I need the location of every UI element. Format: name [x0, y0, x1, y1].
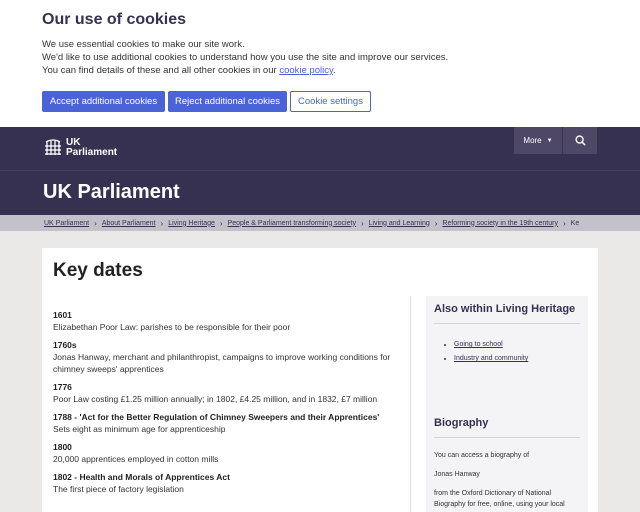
chevron-right-icon: ›	[562, 218, 566, 228]
list-item: 1601 Elizabethan Poor Law: parishes to b…	[53, 309, 403, 333]
link-going-to-school[interactable]: Going to school	[454, 341, 503, 348]
uk-parliament-logo[interactable]: UK Parliament	[44, 138, 117, 158]
search-icon	[574, 135, 586, 146]
biography-text-2: Jonas Hanway	[434, 471, 480, 478]
cookie-banner: Our use of cookies We use essential cook…	[0, 0, 640, 127]
entry-year: 1788 - 'Act for the Better Regulation of…	[53, 412, 380, 422]
list-item: Industry and community	[454, 352, 580, 366]
column-divider	[410, 296, 411, 512]
entry-description: Sets eight as minimum age for apprentice…	[53, 424, 226, 434]
reject-cookies-button[interactable]: Reject additional cookies	[168, 91, 287, 112]
breadcrumb-item[interactable]: UK Parliament	[44, 220, 89, 227]
list-item: Going to school	[454, 338, 580, 352]
entry-description: The first piece of factory legislation	[53, 484, 184, 494]
entry-year: 1601	[53, 310, 72, 320]
list-item: 1760s Jonas Hanway, merchant and philant…	[53, 339, 403, 375]
page-title: UK Parliament	[43, 181, 180, 203]
chevron-right-icon: ›	[160, 218, 164, 228]
breadcrumb-item[interactable]: Living and Learning	[369, 220, 430, 227]
box-divider	[434, 437, 580, 438]
accept-cookies-button[interactable]: Accept additional cookies	[42, 91, 165, 112]
entry-year: 1800	[53, 442, 72, 452]
list-item: 1802 - Health and Morals of Apprentices …	[53, 471, 403, 495]
breadcrumb-item[interactable]: Reforming society in the 19th century	[442, 220, 558, 227]
entry-description: Poor Law costing £1.25 million annually;…	[53, 394, 378, 404]
list-item: 1776 Poor Law costing £1.25 million annu…	[53, 381, 403, 405]
also-within-title: Also within Living Heritage	[434, 303, 576, 315]
breadcrumb-item[interactable]: People & Parliament transforming society	[228, 220, 356, 227]
chevron-right-icon: ›	[219, 218, 223, 228]
breadcrumb: UK Parliament › About Parliament › Livin…	[0, 215, 640, 231]
list-item: 1800 20,000 apprentices employed in cott…	[53, 441, 403, 465]
caret-down-icon: ▼	[546, 137, 553, 144]
portcullis-icon	[45, 139, 61, 155]
cookie-text-3: You can find details of these and all ot…	[42, 65, 336, 76]
entry-year: 1776	[53, 382, 72, 392]
biography-box: Biography You can access a biography of …	[426, 408, 588, 512]
breadcrumb-current: Ke	[570, 219, 580, 227]
cookie-text-1: We use essential cookies to make our sit…	[42, 39, 245, 50]
entry-description: 20,000 apprentices employed in cotton mi…	[53, 454, 219, 464]
cookie-settings-button[interactable]: Cookie settings	[290, 91, 371, 112]
page-title-bar: UK Parliament	[0, 170, 640, 215]
breadcrumb-item[interactable]: About Parliament	[102, 220, 156, 227]
entry-year: 1802 - Health and Morals of Apprentices …	[53, 472, 230, 482]
chevron-right-icon: ›	[434, 218, 438, 228]
link-industry-and-community[interactable]: Industry and community	[454, 355, 528, 362]
breadcrumb-item[interactable]: Living Heritage	[168, 220, 215, 227]
entry-description: Elizabethan Poor Law: parishes to be res…	[53, 322, 291, 332]
related-links: Going to school Industry and community	[426, 324, 588, 372]
key-dates-heading: Key dates	[53, 260, 143, 281]
list-item: 1788 - 'Act for the Better Regulation of…	[53, 411, 403, 435]
chevron-right-icon: ›	[360, 218, 364, 228]
biography-text-1: You can access a biography of	[434, 452, 530, 459]
more-label: More	[523, 136, 542, 145]
site-header: UK Parliament More ▼	[0, 127, 640, 170]
entry-description: Jonas Hanway, merchant and philanthropis…	[53, 352, 391, 374]
search-button[interactable]	[563, 127, 597, 154]
biography-title: Biography	[434, 417, 489, 429]
cookie-policy-link[interactable]: cookie policy	[279, 65, 333, 76]
cookie-title: Our use of cookies	[42, 11, 187, 28]
cookie-text-2: We'd like to use additional cookies to u…	[42, 52, 449, 63]
more-menu-button[interactable]: More ▼	[514, 127, 562, 154]
logo-text: UK Parliament	[66, 137, 118, 158]
also-within-box: Also within Living Heritage Going to sch…	[426, 296, 588, 410]
biography-text-3: from the Oxford Dictionary of National B…	[434, 490, 565, 508]
content-card: Key dates 1601 Elizabethan Poor Law: par…	[42, 248, 598, 512]
chevron-right-icon: ›	[94, 218, 97, 228]
key-dates-list: 1601 Elizabethan Poor Law: parishes to b…	[53, 309, 403, 501]
entry-year: 1760s	[53, 340, 77, 350]
